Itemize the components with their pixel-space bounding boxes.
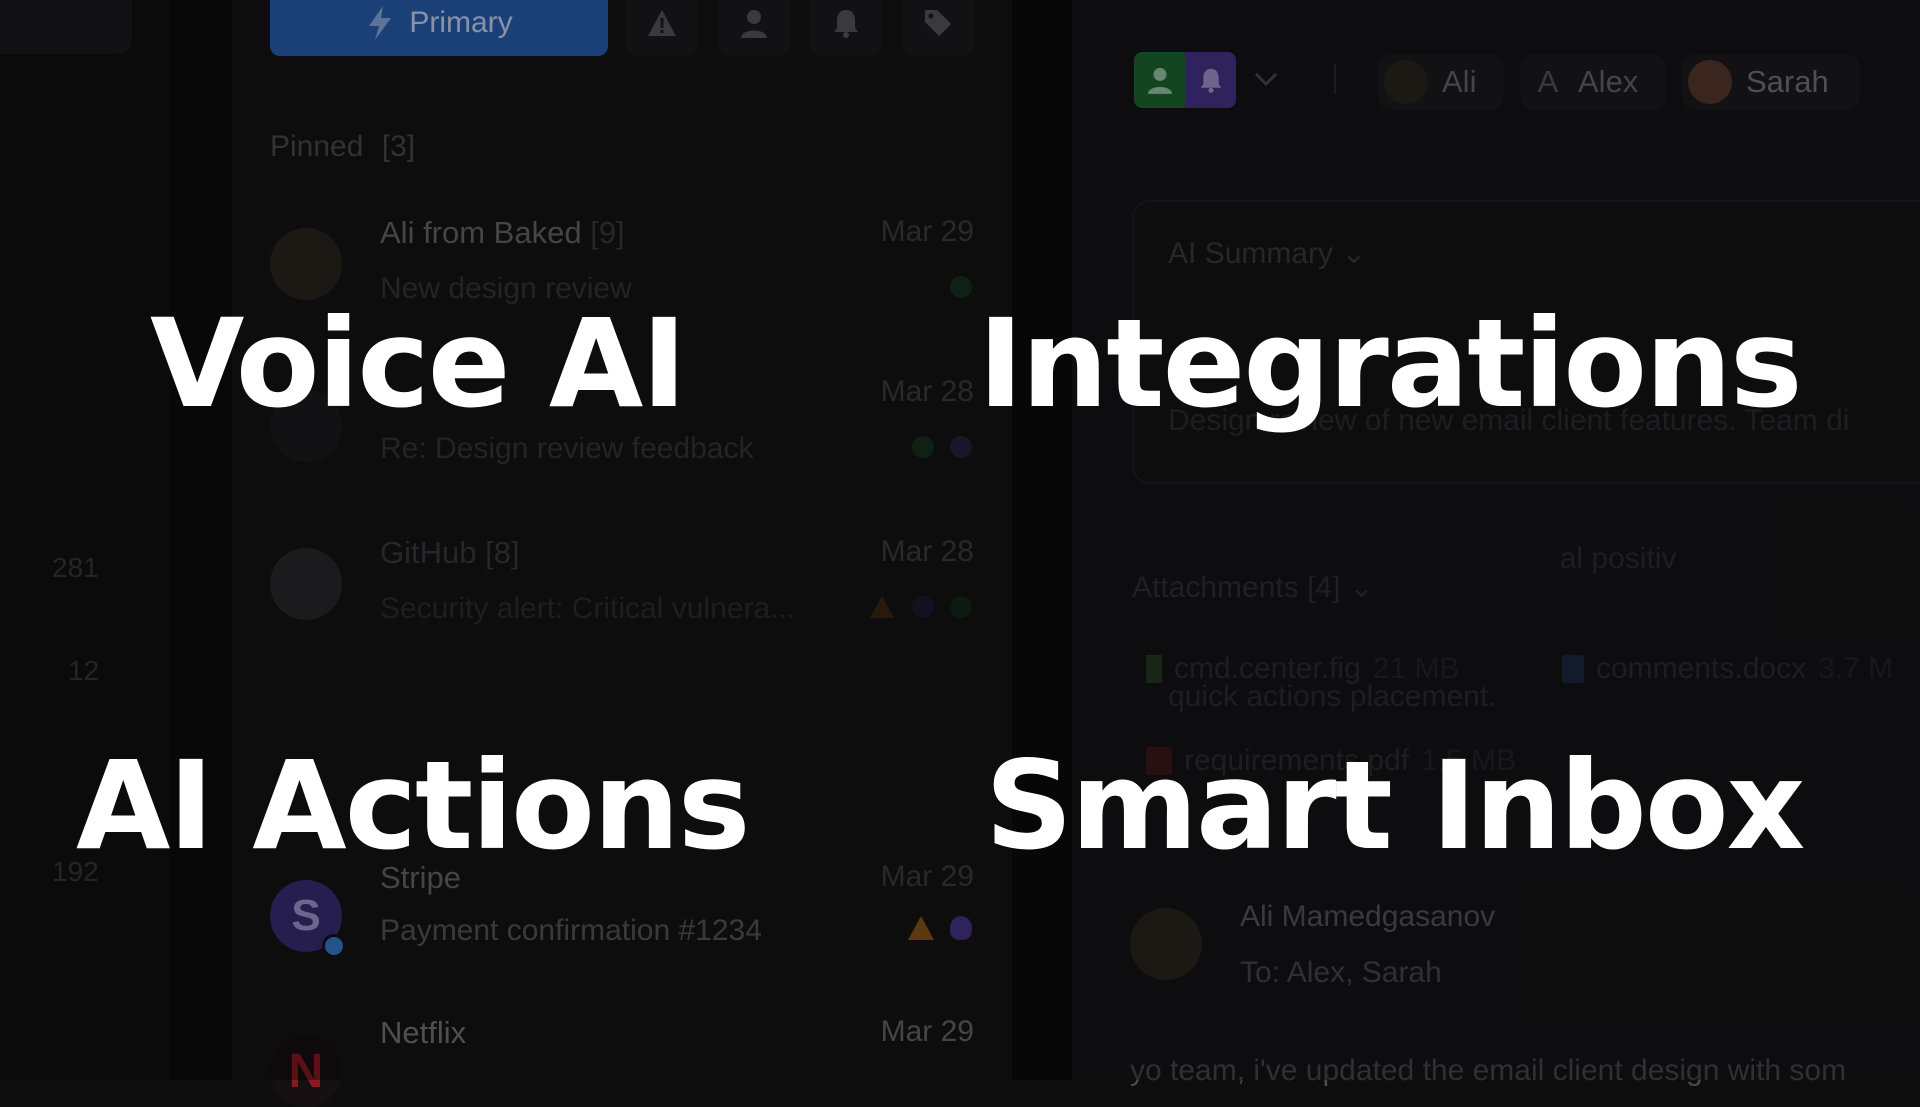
headline-voice-ai: Voice AI: [150, 293, 687, 435]
headline-smart-inbox: Smart Inbox: [985, 735, 1805, 877]
headline-ai-actions: AI Actions: [76, 735, 750, 877]
headline-integrations: Integrations: [978, 293, 1803, 435]
dim-overlay: [0, 0, 1920, 1080]
